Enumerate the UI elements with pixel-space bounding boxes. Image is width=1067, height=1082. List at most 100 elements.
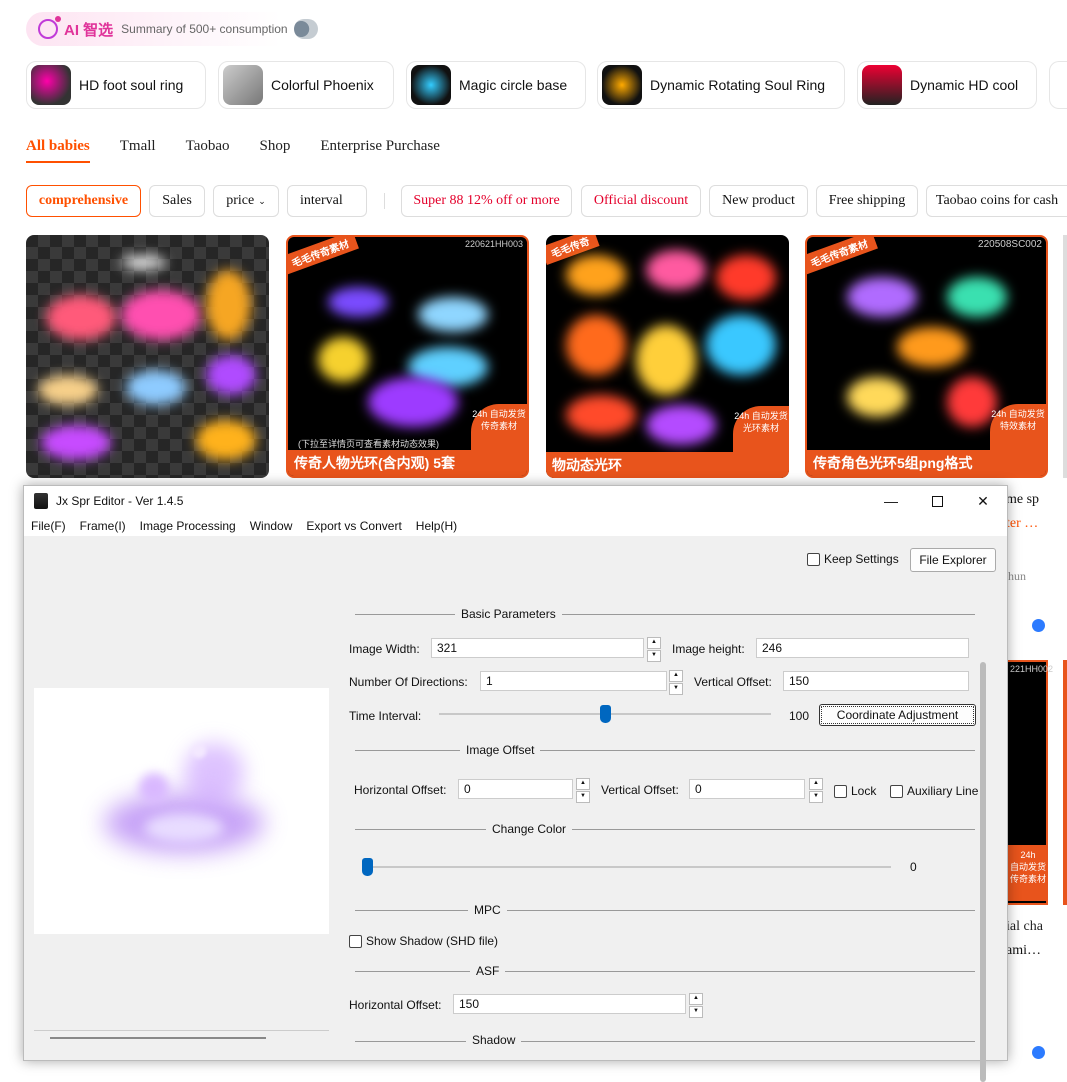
frame-scrollbar[interactable] (50, 1037, 266, 1039)
minimize-button[interactable]: — (868, 486, 914, 516)
tab-shop[interactable]: Shop (260, 138, 291, 163)
chat-icon[interactable] (1032, 619, 1045, 632)
halo-graphic (646, 250, 706, 290)
spin-up-icon[interactable]: ▲ (809, 778, 823, 790)
halo-graphic (318, 337, 368, 382)
image-width-input[interactable]: 321 (431, 638, 644, 658)
asf-horizontal-offset-spinner[interactable]: ▲ ▼ (689, 993, 703, 1018)
image-vertical-offset-spinner[interactable]: ▲ ▼ (809, 778, 823, 803)
chat-icon[interactable] (1032, 1046, 1045, 1059)
spin-up-icon[interactable]: ▲ (689, 993, 703, 1005)
asf-horizontal-offset-input[interactable]: 150 (453, 994, 686, 1014)
menu-file[interactable]: File(F) (24, 519, 73, 533)
file-explorer-button[interactable]: File Explorer (910, 548, 996, 572)
spin-down-icon[interactable]: ▼ (669, 683, 683, 695)
image-width-spinner[interactable]: ▲ ▼ (647, 637, 661, 662)
menu-help[interactable]: Help(H) (409, 519, 464, 533)
filter-free-shipping[interactable]: Free shipping (816, 185, 918, 217)
menu-frame[interactable]: Frame(I) (73, 519, 133, 533)
spin-up-icon[interactable]: ▲ (669, 670, 683, 682)
directions-spinner[interactable]: ▲ ▼ (669, 670, 683, 695)
app-icon (34, 493, 48, 509)
filter-new-product[interactable]: New product (709, 185, 808, 217)
image-vertical-offset-input[interactable]: 0 (689, 779, 805, 799)
product-card-4[interactable]: 毛毛传奇素材 220508SC002 24h 自动发货 特效素材 传奇角色光环5… (805, 235, 1048, 478)
asf-horizontal-offset-label: Horizontal Offset: (349, 998, 442, 1012)
product-card-3[interactable]: 毛毛传奇 24h 自动发货 光环素材 物动态光环 (546, 235, 789, 478)
halo-graphic (368, 377, 458, 427)
product-badge: 24h 自动发货 传奇素材 (471, 404, 527, 450)
color-slider-thumb[interactable] (362, 858, 373, 876)
halo-graphic (847, 277, 917, 317)
category-chip-dynamic-hd-cool[interactable]: Dynamic HD cool (857, 61, 1037, 109)
category-thumbnail (862, 65, 902, 105)
category-chip-rotating-soul-ring[interactable]: Dynamic Rotating Soul Ring (597, 61, 845, 109)
category-chip-colorful-phoenix[interactable]: Colorful Phoenix (218, 61, 394, 109)
category-chip-more[interactable] (1049, 61, 1067, 109)
show-shadow-label: Show Shadow (SHD file) (366, 934, 499, 948)
filter-interval[interactable]: interval (287, 185, 367, 217)
tab-enterprise-purchase[interactable]: Enterprise Purchase (320, 138, 440, 163)
close-button[interactable]: ✕ (960, 486, 1006, 516)
product-code: 220508SC002 (978, 239, 1042, 250)
time-interval-slider-thumb[interactable] (600, 705, 611, 723)
menu-window[interactable]: Window (243, 519, 300, 533)
tab-tmall[interactable]: Tmall (120, 138, 156, 163)
category-chip-magic-circle[interactable]: Magic circle base (406, 61, 586, 109)
product-badge: 24h 自动发货 特效素材 (990, 404, 1046, 450)
spin-up-icon[interactable]: ▲ (647, 637, 661, 649)
ai-select-title: AI 智选 (64, 21, 114, 39)
directions-label: Number Of Directions: (349, 675, 468, 689)
group-line (355, 910, 975, 911)
tab-all-babies[interactable]: All babies (26, 138, 90, 163)
image-height-input[interactable]: 246 (756, 638, 969, 658)
time-interval-value: 100 (789, 709, 810, 723)
product-card-1[interactable] (26, 235, 269, 478)
spin-up-icon[interactable]: ▲ (576, 778, 590, 790)
checkbox-box (890, 784, 903, 798)
show-shadow-checkbox[interactable]: Show Shadow (SHD file) (349, 934, 498, 948)
vertical-offset-input[interactable]: 150 (783, 671, 969, 691)
keep-settings-checkbox[interactable]: Keep Settings (807, 552, 899, 566)
image-offset-title: Image Offset (460, 743, 541, 757)
ai-sparkle-icon (38, 16, 61, 39)
filter-taobao-coins[interactable]: Taobao coins for cash (926, 185, 1067, 217)
halo-graphic (206, 270, 251, 340)
ai-select-bar[interactable]: AI 智选 Summary of 500+ consumption (26, 12, 326, 46)
sprite-graphic (144, 813, 224, 843)
peek-product-card[interactable]: 221HH002 24h 自动发货 传奇素材 (1006, 660, 1053, 905)
horizontal-offset-input[interactable]: 0 (458, 779, 573, 799)
halo-graphic (716, 255, 776, 300)
asf-title: ASF (470, 964, 506, 978)
maximize-button[interactable] (914, 486, 960, 516)
product-card-2[interactable]: 毛毛传奇素材 220621HH003 (下拉至详情页可查看素材动态效果) 24h… (286, 235, 529, 478)
spin-down-icon[interactable]: ▼ (576, 791, 590, 803)
filter-price-label: price (226, 193, 255, 208)
horizontal-offset-label: Horizontal Offset: (354, 783, 447, 797)
menu-image-processing[interactable]: Image Processing (133, 519, 243, 533)
spin-down-icon[interactable]: ▼ (689, 1006, 703, 1018)
filter-sales[interactable]: Sales (149, 185, 205, 217)
sprite-graphic (139, 773, 169, 803)
auxiliary-line-checkbox[interactable]: Auxiliary Line (890, 784, 978, 798)
image-height-label: Image height: (672, 642, 745, 656)
horizontal-offset-spinner[interactable]: ▲ ▼ (576, 778, 590, 803)
menu-export-convert[interactable]: Export vs Convert (299, 519, 408, 533)
color-track[interactable] (364, 866, 891, 868)
spin-down-icon[interactable]: ▼ (809, 791, 823, 803)
filter-price[interactable]: price ⌄ (213, 185, 279, 217)
filter-super88[interactable]: Super 88 12% off or more (401, 185, 572, 217)
directions-input[interactable]: 1 (480, 671, 667, 691)
coordinate-adjustment-button[interactable]: Coordinate Adjustment (819, 704, 976, 726)
vertical-scrollbar[interactable] (980, 662, 986, 1082)
category-chip-foot-soul-ring[interactable]: HD foot soul ring (26, 61, 206, 109)
filter-official-discount[interactable]: Official discount (581, 185, 701, 217)
lock-checkbox[interactable]: Lock (834, 784, 876, 798)
spin-down-icon[interactable]: ▼ (647, 650, 661, 662)
title-bar[interactable]: Jx Spr Editor - Ver 1.4.5 — ✕ (24, 486, 1007, 516)
halo-graphic (847, 377, 907, 417)
spr-editor-window: Jx Spr Editor - Ver 1.4.5 — ✕ File(F) Fr… (23, 485, 1008, 1082)
product-note: (下拉至详情页可查看素材动态效果) (298, 439, 439, 449)
tab-taobao[interactable]: Taobao (186, 138, 230, 163)
filter-comprehensive[interactable]: comprehensive (26, 185, 141, 217)
